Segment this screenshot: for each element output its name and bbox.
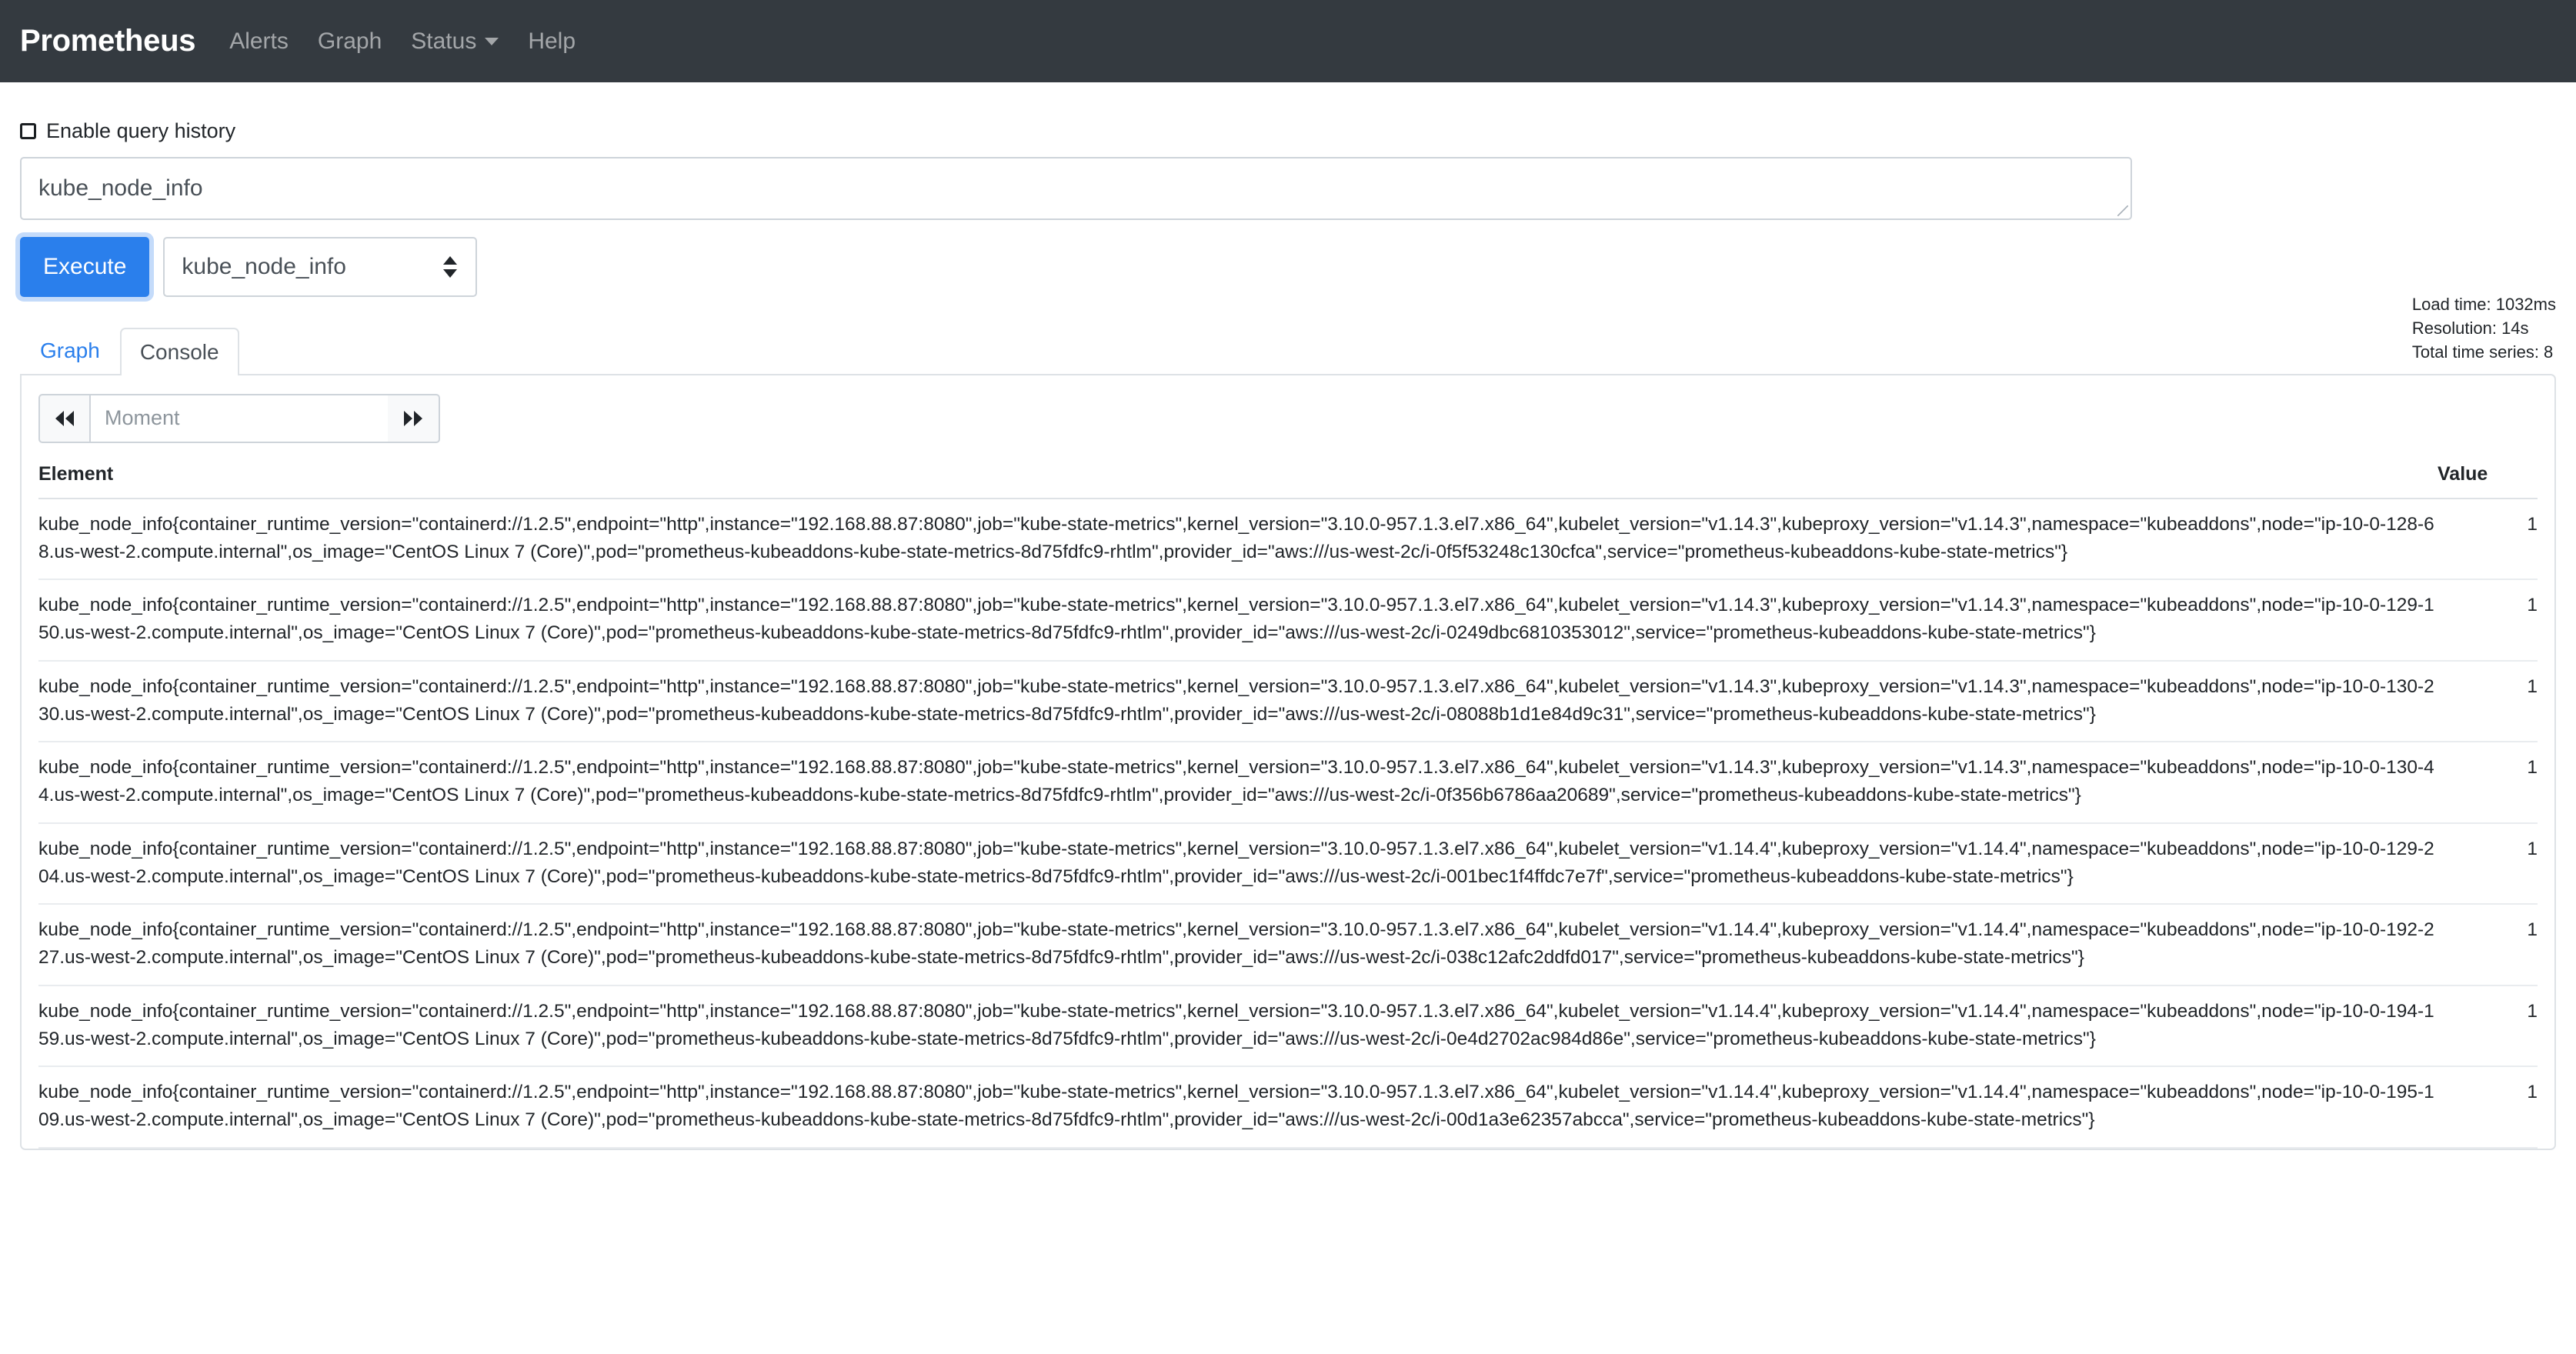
- result-element: kube_node_info{container_runtime_version…: [38, 904, 2438, 985]
- nav-link-alerts[interactable]: Alerts: [229, 28, 289, 55]
- nav-link-alerts-label: Alerts: [229, 28, 289, 55]
- moment-input[interactable]: Moment: [91, 394, 388, 443]
- console-panel: Moment Element Value kube_node_info{cont…: [20, 374, 2556, 1150]
- result-value: 1: [2438, 823, 2538, 905]
- results-table-head: Element Value: [38, 463, 2538, 499]
- table-row[interactable]: kube_node_info{container_runtime_version…: [38, 499, 2538, 580]
- metric-select[interactable]: kube_node_info: [163, 237, 477, 297]
- nav-link-graph-label: Graph: [318, 28, 382, 55]
- result-value: 1: [2438, 742, 2538, 823]
- result-element: kube_node_info{container_runtime_version…: [38, 1066, 2438, 1148]
- navbar: Prometheus Alerts Graph Status Help: [0, 0, 2576, 82]
- nav-link-help-label: Help: [528, 28, 576, 55]
- results-header-row: Element Value: [38, 463, 2538, 499]
- nav-link-graph[interactable]: Graph: [318, 28, 382, 55]
- tab-console[interactable]: Console: [120, 328, 239, 375]
- execute-button[interactable]: Execute: [20, 237, 149, 297]
- moment-placeholder: Moment: [105, 406, 180, 430]
- result-element: kube_node_info{container_runtime_version…: [38, 742, 2438, 823]
- chevron-up-icon: [443, 256, 457, 265]
- moment-prev-button[interactable]: [38, 394, 91, 443]
- query-expression-input[interactable]: kube_node_info: [20, 157, 2132, 220]
- column-header-element: Element: [38, 463, 2438, 499]
- page-content: Load time: 1032ms Resolution: 14s Total …: [0, 119, 2576, 1150]
- result-element: kube_node_info{container_runtime_version…: [38, 499, 2438, 580]
- stat-load-time: Load time: 1032ms: [2412, 292, 2556, 316]
- nav-link-status-label: Status: [411, 28, 476, 55]
- result-value: 1: [2438, 661, 2538, 742]
- chevron-down-icon: [443, 269, 457, 278]
- table-row[interactable]: kube_node_info{container_runtime_version…: [38, 823, 2538, 905]
- table-row[interactable]: kube_node_info{container_runtime_version…: [38, 1066, 2538, 1148]
- brand-prometheus[interactable]: Prometheus: [20, 24, 195, 58]
- chevron-down-icon: [485, 38, 499, 45]
- enable-query-history-label: Enable query history: [46, 119, 235, 143]
- result-value: 1: [2438, 1066, 2538, 1148]
- results-table-body: kube_node_info{container_runtime_version…: [38, 499, 2538, 1148]
- moment-next-button[interactable]: [388, 394, 440, 443]
- result-element: kube_node_info{container_runtime_version…: [38, 661, 2438, 742]
- result-value: 1: [2438, 499, 2538, 580]
- column-header-value: Value: [2438, 463, 2538, 499]
- nav-links: Alerts Graph Status Help: [229, 28, 576, 55]
- resize-handle-icon[interactable]: [2117, 205, 2128, 216]
- result-element: kube_node_info{container_runtime_version…: [38, 823, 2438, 905]
- metric-select-value: kube_node_info: [182, 254, 346, 280]
- rewind-icon: [55, 410, 75, 427]
- table-row[interactable]: kube_node_info{container_runtime_version…: [38, 742, 2538, 823]
- table-row[interactable]: kube_node_info{container_runtime_version…: [38, 661, 2538, 742]
- table-row[interactable]: kube_node_info{container_runtime_version…: [38, 985, 2538, 1067]
- result-value: 1: [2438, 904, 2538, 985]
- result-value: 1: [2438, 579, 2538, 661]
- select-spinner-icon: [443, 256, 457, 278]
- query-controls: Execute kube_node_info: [20, 237, 2556, 297]
- moment-navigation: Moment: [38, 394, 2538, 443]
- enable-query-history-checkbox[interactable]: [20, 123, 36, 139]
- nav-link-status[interactable]: Status: [411, 28, 499, 55]
- enable-query-history-row[interactable]: Enable query history: [20, 119, 2556, 143]
- result-tabs: Graph Console: [20, 326, 2556, 374]
- table-row[interactable]: kube_node_info{container_runtime_version…: [38, 904, 2538, 985]
- tab-graph[interactable]: Graph: [20, 326, 120, 374]
- result-element: kube_node_info{container_runtime_version…: [38, 985, 2438, 1067]
- result-element: kube_node_info{container_runtime_version…: [38, 579, 2438, 661]
- fast-forward-icon: [403, 410, 423, 427]
- result-value: 1: [2438, 985, 2538, 1067]
- results-table: Element Value kube_node_info{container_r…: [38, 463, 2538, 1149]
- query-expression-value: kube_node_info: [38, 175, 203, 201]
- nav-link-help[interactable]: Help: [528, 28, 576, 55]
- table-row[interactable]: kube_node_info{container_runtime_version…: [38, 579, 2538, 661]
